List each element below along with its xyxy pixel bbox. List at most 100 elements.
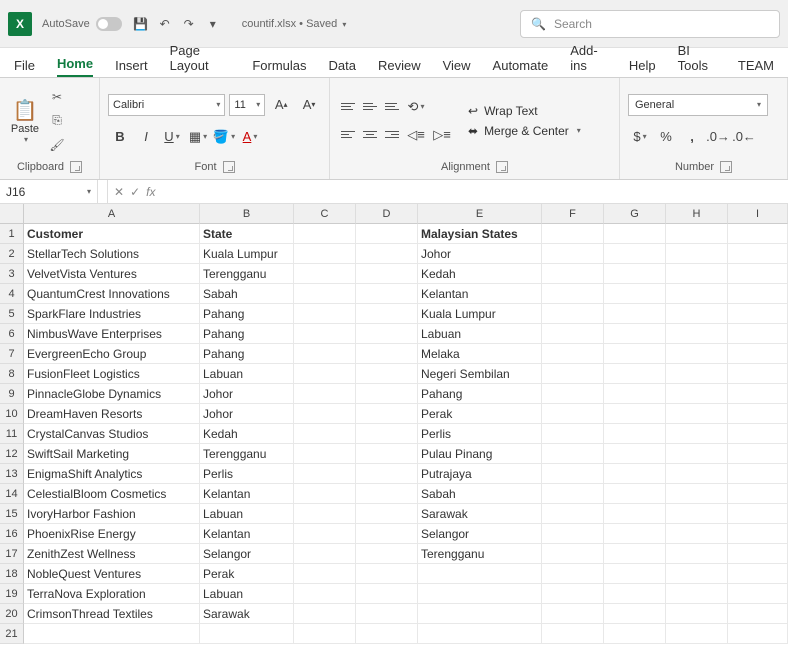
tab-help[interactable]: Help [629, 54, 656, 77]
cell[interactable] [294, 224, 356, 244]
decrease-font-button[interactable]: A▾ [297, 94, 321, 116]
cell[interactable] [604, 464, 666, 484]
cell[interactable] [294, 264, 356, 284]
cell[interactable]: Putrajaya [418, 464, 542, 484]
cell[interactable]: EvergreenEcho Group [24, 344, 200, 364]
cell[interactable] [294, 284, 356, 304]
cell[interactable]: CrystalCanvas Studios [24, 424, 200, 444]
cell[interactable] [542, 244, 604, 264]
row-header[interactable]: 18 [0, 564, 24, 584]
cell[interactable] [728, 304, 788, 324]
cell[interactable] [542, 624, 604, 644]
accounting-format-button[interactable]: $▾ [628, 126, 652, 148]
cell[interactable]: StellarTech Solutions [24, 244, 200, 264]
filename-label[interactable]: countif.xlsx • Saved ▾ [242, 18, 347, 30]
cell[interactable]: Perak [418, 404, 542, 424]
cell[interactable] [728, 484, 788, 504]
cell[interactable] [542, 404, 604, 424]
increase-font-button[interactable]: A▴ [269, 94, 293, 116]
cell[interactable] [542, 224, 604, 244]
row-header[interactable]: 3 [0, 264, 24, 284]
cell[interactable] [356, 364, 418, 384]
cell[interactable] [666, 344, 728, 364]
cell[interactable]: Perak [200, 564, 294, 584]
cell[interactable] [356, 544, 418, 564]
cell[interactable] [666, 564, 728, 584]
tab-data[interactable]: Data [329, 54, 356, 77]
cell[interactable] [418, 604, 542, 624]
cell[interactable] [666, 484, 728, 504]
cell[interactable] [604, 564, 666, 584]
cell[interactable] [604, 584, 666, 604]
cell[interactable] [604, 264, 666, 284]
align-top-button[interactable] [338, 98, 358, 116]
cell[interactable] [728, 624, 788, 644]
tab-bi-tools[interactable]: BI Tools [678, 39, 716, 77]
row-header[interactable]: 1 [0, 224, 24, 244]
cell[interactable] [294, 384, 356, 404]
cell[interactable]: QuantumCrest Innovations [24, 284, 200, 304]
column-header[interactable]: G [604, 204, 666, 224]
cell[interactable]: Sarawak [418, 504, 542, 524]
cell[interactable] [666, 504, 728, 524]
cell[interactable] [356, 584, 418, 604]
row-header[interactable]: 7 [0, 344, 24, 364]
tab-view[interactable]: View [443, 54, 471, 77]
cell[interactable] [604, 304, 666, 324]
cell[interactable] [604, 524, 666, 544]
tab-review[interactable]: Review [378, 54, 421, 77]
cell[interactable] [294, 524, 356, 544]
cell[interactable] [666, 464, 728, 484]
cell[interactable] [728, 544, 788, 564]
cell[interactable]: Kedah [418, 264, 542, 284]
cell[interactable] [728, 524, 788, 544]
tab-team[interactable]: TEAM [738, 54, 774, 77]
row-header[interactable]: 4 [0, 284, 24, 304]
column-header[interactable]: B [200, 204, 294, 224]
cell[interactable] [542, 464, 604, 484]
cell[interactable] [666, 444, 728, 464]
cell[interactable]: Pulau Pinang [418, 444, 542, 464]
column-header[interactable]: H [666, 204, 728, 224]
name-box[interactable]: J16▾ [0, 180, 98, 203]
cell[interactable]: CelestialBloom Cosmetics [24, 484, 200, 504]
number-launcher[interactable] [720, 161, 732, 173]
cell[interactable] [356, 484, 418, 504]
cell[interactable]: Sabah [200, 284, 294, 304]
cell[interactable]: Pahang [418, 384, 542, 404]
cell[interactable] [294, 584, 356, 604]
bold-button[interactable]: B [108, 126, 132, 148]
cell[interactable] [542, 484, 604, 504]
row-header[interactable]: 12 [0, 444, 24, 464]
cell[interactable] [294, 504, 356, 524]
align-middle-button[interactable] [360, 98, 380, 116]
cell[interactable] [294, 444, 356, 464]
cell[interactable] [294, 424, 356, 444]
cell[interactable] [604, 444, 666, 464]
cell[interactable] [294, 564, 356, 584]
wrap-text-button[interactable]: ↩Wrap Text [468, 104, 581, 118]
cell[interactable] [666, 364, 728, 384]
cell[interactable]: PhoenixRise Energy [24, 524, 200, 544]
cell[interactable] [200, 624, 294, 644]
cell[interactable] [294, 464, 356, 484]
cell[interactable] [356, 424, 418, 444]
cell[interactable] [356, 284, 418, 304]
cell[interactable] [356, 384, 418, 404]
tab-automate[interactable]: Automate [493, 54, 549, 77]
clipboard-launcher[interactable] [70, 161, 82, 173]
row-header[interactable]: 14 [0, 484, 24, 504]
cell[interactable]: Labuan [200, 504, 294, 524]
cell[interactable] [728, 424, 788, 444]
cell[interactable] [666, 624, 728, 644]
number-format-select[interactable]: General▾ [628, 94, 768, 116]
font-color-button[interactable]: A▾ [238, 126, 262, 148]
cell[interactable] [356, 564, 418, 584]
cell[interactable] [294, 304, 356, 324]
cell[interactable] [666, 544, 728, 564]
cell[interactable] [542, 304, 604, 324]
cell[interactable] [418, 584, 542, 604]
cell[interactable]: Perlis [200, 464, 294, 484]
cell[interactable] [356, 244, 418, 264]
toggle-switch-icon[interactable] [96, 17, 122, 31]
